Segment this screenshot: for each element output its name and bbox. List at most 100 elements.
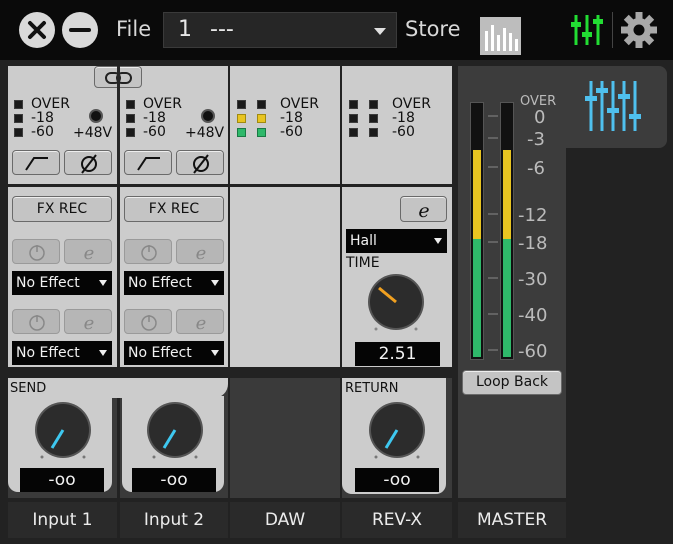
phase-button-input2[interactable]	[176, 150, 224, 175]
master-scale-label: -6	[527, 158, 545, 179]
edit-e-icon: e	[196, 243, 207, 264]
return-label: RETURN	[345, 381, 399, 396]
level-lamp-revx	[369, 114, 378, 123]
fx-type-label: No Effect	[16, 275, 80, 291]
file-select[interactable]: 1 ---	[163, 12, 397, 48]
send-value-input2: -oo	[132, 468, 216, 492]
meter-over-label: OVER	[31, 96, 70, 112]
master-meter-right-fill	[503, 150, 511, 357]
fx-type-label: No Effect	[128, 275, 192, 291]
dropdown-arrow-icon	[211, 350, 219, 356]
master-meter-left-fill	[473, 150, 481, 357]
over-lamp-revx	[349, 100, 358, 109]
master-scale-label: -12	[518, 205, 548, 226]
fx1-power-button-input2[interactable]	[124, 239, 172, 264]
level-lamp-revx	[369, 128, 378, 137]
channel-name-revx: REV-X	[342, 502, 452, 538]
send-knob-input1[interactable]	[33, 400, 93, 460]
channel-divider	[117, 66, 120, 184]
svg-text:e: e	[84, 313, 95, 334]
level-lamp-daw	[257, 114, 266, 123]
phantom-label: +48V	[185, 125, 225, 141]
channel-name-daw: DAW	[230, 502, 340, 538]
level-lamp-input2	[126, 128, 135, 137]
master-meter-left	[470, 102, 484, 360]
over-lamp-revx	[369, 100, 378, 109]
settings-button[interactable]	[620, 11, 658, 49]
gear-icon	[621, 12, 657, 48]
channel-name-input1: Input 1	[8, 502, 117, 538]
fx2-edit-button-input1[interactable]: e	[64, 309, 112, 334]
channel-name-master: MASTER	[458, 502, 566, 538]
fx-rec-button-input2[interactable]: FX REC	[124, 196, 224, 222]
fx-type-label: No Effect	[16, 345, 80, 361]
meter-18-label: -18	[143, 110, 166, 126]
time-value: 2.51	[355, 342, 440, 366]
channel-name-input2: Input 2	[120, 502, 228, 538]
reverb-type-select[interactable]: Hall	[346, 229, 447, 253]
meter-view-button[interactable]	[480, 17, 521, 55]
hpf-button-input2[interactable]	[124, 150, 172, 175]
master-scale-label: -3	[527, 129, 545, 150]
fx2-edit-button-input2[interactable]: e	[176, 309, 224, 334]
close-icon	[28, 21, 46, 39]
meter-over-label: OVER	[392, 96, 431, 112]
dropdown-arrow-icon	[99, 280, 107, 286]
time-knob[interactable]	[366, 272, 426, 332]
fx1-type-select-input1[interactable]: No Effect	[12, 271, 112, 295]
mixer-view-button[interactable]	[568, 12, 606, 48]
fx2-power-button-input1[interactable]	[12, 309, 60, 334]
return-knob[interactable]	[367, 400, 427, 460]
master-scale-label: -18	[518, 233, 548, 254]
daw-send-panel	[230, 378, 340, 498]
close-button[interactable]	[19, 12, 55, 48]
svg-text:e: e	[196, 243, 207, 264]
meter-scale-ticks	[486, 102, 500, 360]
phantom-indicator	[89, 109, 103, 123]
loopback-button[interactable]: Loop Back	[462, 370, 562, 395]
fx2-type-select-input1[interactable]: No Effect	[12, 341, 112, 365]
dropdown-arrow-icon	[434, 238, 442, 244]
edit-e-icon: e	[84, 313, 95, 334]
phantom-label: +48V	[73, 125, 113, 141]
send-label: SEND	[10, 381, 47, 396]
meter-60-label: -60	[31, 124, 54, 140]
fx1-power-button-input1[interactable]	[12, 239, 60, 264]
reverb-type-label: Hall	[350, 233, 377, 249]
svg-text:e: e	[196, 313, 207, 334]
fx1-edit-button-input2[interactable]: e	[176, 239, 224, 264]
send-knob-input2[interactable]	[145, 400, 205, 460]
hpf-button-input1[interactable]	[12, 150, 60, 175]
fx1-type-select-input2[interactable]: No Effect	[124, 271, 224, 295]
fx2-power-button-input2[interactable]	[124, 309, 172, 334]
power-icon	[141, 315, 157, 331]
meter-bars-icon	[485, 25, 518, 51]
fx2-type-select-input2[interactable]: No Effect	[124, 341, 224, 365]
power-icon	[29, 315, 45, 331]
master-scale-label: 0	[534, 107, 546, 128]
dropdown-arrow-icon	[374, 28, 386, 35]
revx-edit-button[interactable]: e	[400, 196, 447, 222]
level-lamp-revx	[349, 114, 358, 123]
store-button[interactable]: Store	[405, 17, 461, 41]
power-icon	[141, 245, 157, 261]
over-lamp-daw	[257, 100, 266, 109]
fx1-edit-button-input1[interactable]: e	[64, 239, 112, 264]
mixer-tab[interactable]	[566, 66, 667, 148]
high-pass-filter-icon	[137, 157, 160, 171]
time-label: TIME	[346, 255, 380, 271]
file-name: ---	[210, 17, 234, 42]
high-pass-filter-icon	[25, 157, 48, 171]
file-label: File	[116, 17, 152, 41]
return-value: -oo	[355, 468, 439, 492]
meter-18-label: -18	[280, 110, 303, 126]
fx-rec-button-input1[interactable]: FX REC	[12, 196, 112, 222]
level-lamp-daw	[237, 114, 246, 123]
svg-text:e: e	[84, 243, 95, 264]
phase-button-input1[interactable]	[64, 150, 112, 175]
level-lamp-daw	[237, 128, 246, 137]
mixer-faders-icon	[585, 81, 641, 131]
minimize-button[interactable]	[62, 12, 98, 48]
phase-invert-icon	[193, 154, 209, 174]
meter-18-label: -18	[392, 110, 415, 126]
